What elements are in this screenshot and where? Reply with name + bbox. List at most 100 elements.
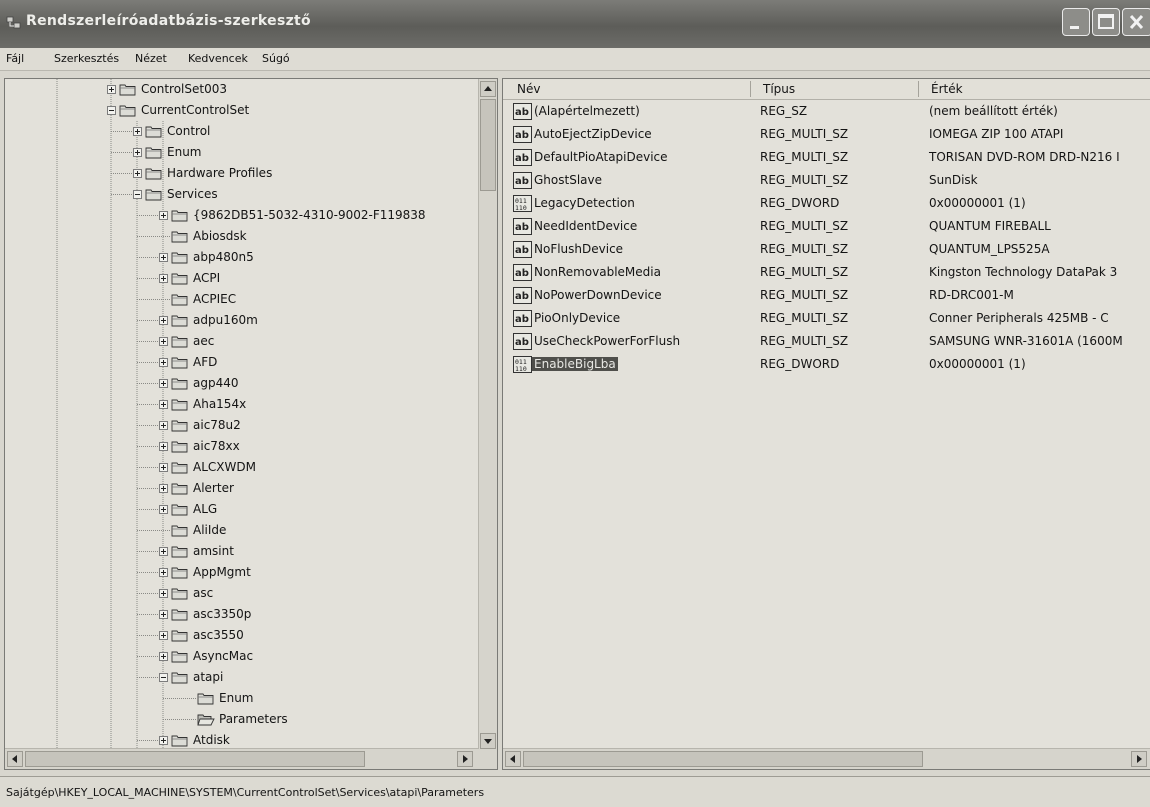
tree-item[interactable]: aic78xx (5, 436, 475, 457)
tree-item[interactable]: CurrentControlSet (5, 100, 475, 121)
minimize-button[interactable] (1062, 8, 1090, 36)
tree-item[interactable]: ACPIEC (5, 289, 475, 310)
tree-item[interactable]: Hardware Profiles (5, 163, 475, 184)
tree-item[interactable]: AsyncMac (5, 646, 475, 667)
tree-item[interactable]: asc3550 (5, 625, 475, 646)
expand-icon[interactable] (159, 379, 168, 388)
menu-favorites[interactable]: Kedvencek (188, 52, 248, 65)
folder-icon (171, 609, 188, 621)
tree-item[interactable]: ACPI (5, 268, 475, 289)
column-header-type[interactable]: Típus (763, 82, 795, 96)
tree-scroll-left-button[interactable] (7, 751, 23, 767)
expand-icon[interactable] (133, 148, 142, 157)
expand-icon[interactable] (159, 253, 168, 262)
tree-item[interactable]: AliIde (5, 520, 475, 541)
expand-icon[interactable] (159, 589, 168, 598)
tree-scroll-right-button[interactable] (457, 751, 473, 767)
tree-item[interactable]: ALCXWDM (5, 457, 475, 478)
expand-icon[interactable] (159, 358, 168, 367)
collapse-icon[interactable] (133, 190, 142, 199)
value-row[interactable]: ab NoPowerDownDevice REG_MULTI_SZ RD-DRC001… (503, 285, 1150, 308)
expand-icon[interactable] (159, 631, 168, 640)
value-row[interactable]: ab GhostSlave REG_MULTI_SZ SunDisk (503, 170, 1150, 193)
value-row[interactable]: ab NoFlushDevice REG_MULTI_SZ QUANTUM_LPS52… (503, 239, 1150, 262)
tree-item[interactable]: aic78u2 (5, 415, 475, 436)
value-row[interactable]: ab (Alapértelmezett) REG_SZ (nem beállított… (503, 101, 1150, 124)
title-bar[interactable]: Rendszerleíróadatbázis-szerkesztő (0, 0, 1150, 48)
tree-item[interactable]: adpu160m (5, 310, 475, 331)
expand-icon[interactable] (159, 211, 168, 220)
tree-item[interactable]: amsint (5, 541, 475, 562)
key-tree-pane[interactable]: ControlSet003 CurrentControlSet Control Enu… (4, 78, 498, 770)
tree-item[interactable]: Abiosdsk (5, 226, 475, 247)
expand-icon[interactable] (159, 463, 168, 472)
menu-file[interactable]: Fájl (6, 52, 24, 65)
tree-item[interactable]: Services (5, 184, 475, 205)
expand-icon[interactable] (159, 484, 168, 493)
tree-vertical-scroll-thumb[interactable] (480, 99, 496, 191)
expand-icon[interactable] (159, 505, 168, 514)
value-row[interactable]: ab NonRemovableMedia REG_MULTI_SZ Kingston … (503, 262, 1150, 285)
expand-icon[interactable] (159, 568, 168, 577)
tree-vertical-scrollbar[interactable] (478, 79, 497, 751)
collapse-icon[interactable] (159, 673, 168, 682)
tree-item[interactable]: ALG (5, 499, 475, 520)
expand-icon[interactable] (159, 337, 168, 346)
expand-icon[interactable] (159, 421, 168, 430)
menu-help[interactable]: Súgó (262, 52, 290, 65)
tree-item[interactable]: AFD (5, 352, 475, 373)
column-header-name[interactable]: Név (517, 82, 540, 96)
column-header-data[interactable]: Érték (931, 82, 963, 96)
value-row[interactable]: 011 110 LegacyDetection REG_DWORD 0x00000001… (503, 193, 1150, 216)
list-horizontal-scrollbar[interactable] (503, 748, 1150, 769)
tree-scroll-up-button[interactable] (480, 81, 496, 97)
column-divider[interactable] (750, 81, 751, 97)
tree-item[interactable]: Aha154x (5, 394, 475, 415)
tree-horizontal-scroll-thumb[interactable] (25, 751, 365, 767)
tree-item[interactable]: atapi (5, 667, 475, 688)
tree-item[interactable]: Enum (5, 142, 475, 163)
tree-item[interactable]: Parameters (5, 709, 475, 730)
expand-icon[interactable] (133, 169, 142, 178)
svg-text:ab: ab (515, 222, 529, 233)
expand-icon[interactable] (159, 652, 168, 661)
tree-item[interactable]: Alerter (5, 478, 475, 499)
tree-item[interactable]: aec (5, 331, 475, 352)
expand-icon[interactable] (159, 316, 168, 325)
maximize-button[interactable] (1092, 8, 1120, 36)
tree-item[interactable]: {9862DB51-5032-4310-9002-F119838 (5, 205, 475, 226)
list-scroll-right-button[interactable] (1131, 751, 1147, 767)
value-row[interactable]: 011 110 EnableBigLba REG_DWORD 0x00000001 (1… (503, 354, 1150, 377)
collapse-icon[interactable] (107, 106, 116, 115)
value-row[interactable]: ab PioOnlyDevice REG_MULTI_SZ Conner Perip… (503, 308, 1150, 331)
tree-scroll-down-button[interactable] (480, 733, 496, 749)
expand-icon[interactable] (107, 85, 116, 94)
value-row[interactable]: ab UseCheckPowerForFlush REG_MULTI_SZ SAMSU… (503, 331, 1150, 354)
menu-edit[interactable]: Szerkesztés (54, 52, 119, 65)
expand-icon[interactable] (159, 442, 168, 451)
tree-item[interactable]: agp440 (5, 373, 475, 394)
value-row[interactable]: ab AutoEjectZipDevice REG_MULTI_SZ IOMEGA Z… (503, 124, 1150, 147)
tree-item[interactable]: abp480n5 (5, 247, 475, 268)
expand-icon[interactable] (159, 610, 168, 619)
expand-icon[interactable] (159, 547, 168, 556)
expand-icon[interactable] (159, 736, 168, 745)
column-divider[interactable] (918, 81, 919, 97)
tree-item[interactable]: asc3350p (5, 604, 475, 625)
tree-item[interactable]: asc (5, 583, 475, 604)
list-horizontal-scroll-thumb[interactable] (523, 751, 923, 767)
tree-item[interactable]: AppMgmt (5, 562, 475, 583)
tree-item[interactable]: ControlSet003 (5, 79, 475, 100)
tree-horizontal-scrollbar[interactable] (5, 748, 479, 769)
value-list-pane[interactable]: Név Típus Érték ab (Alapértelmezett) REG_S… (502, 78, 1150, 770)
close-button[interactable] (1122, 8, 1150, 36)
tree-item[interactable]: Control (5, 121, 475, 142)
value-row[interactable]: ab DefaultPioAtapiDevice REG_MULTI_SZ TORIS… (503, 147, 1150, 170)
expand-icon[interactable] (159, 274, 168, 283)
list-scroll-left-button[interactable] (505, 751, 521, 767)
menu-view[interactable]: Nézet (135, 52, 167, 65)
expand-icon[interactable] (133, 127, 142, 136)
tree-item[interactable]: Enum (5, 688, 475, 709)
value-row[interactable]: ab NeedIdentDevice REG_MULTI_SZ QUANTUM FIR… (503, 216, 1150, 239)
expand-icon[interactable] (159, 400, 168, 409)
